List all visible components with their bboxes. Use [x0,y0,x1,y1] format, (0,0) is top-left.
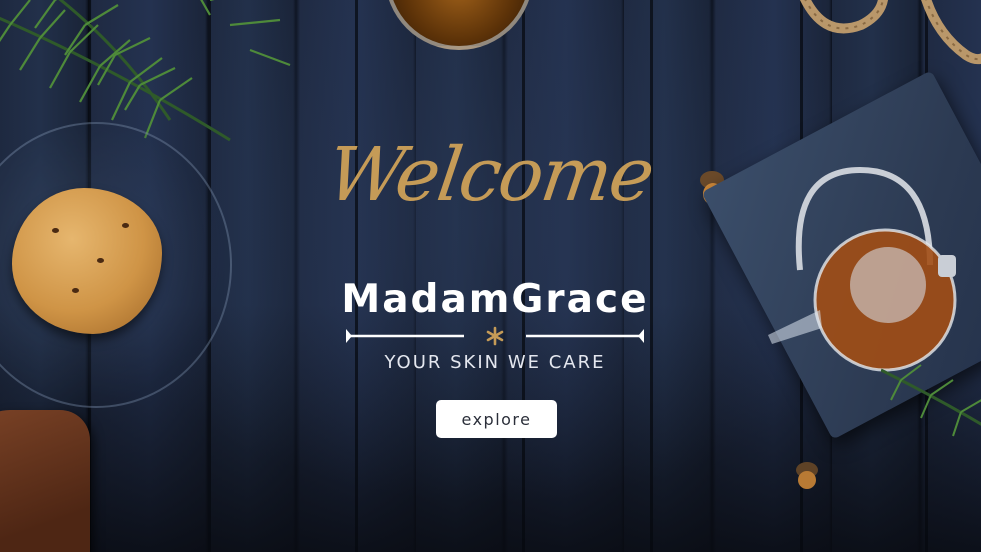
brand-title: MadamGrace [341,277,649,322]
pine-branch-image [0,0,291,142]
acorn-image-bottom [796,462,818,489]
asterisk-icon [486,326,504,346]
teapot-image [768,166,957,372]
brand-divider [346,326,644,346]
welcome-heading: Welcome [322,132,658,218]
tagline: YOUR SKIN WE CARE [384,352,606,373]
cookie-image [12,188,162,334]
pine-branch-right-image [881,364,981,437]
explore-button[interactable]: explore [436,400,557,438]
rope-image [800,0,981,64]
leather-pouch-image [0,410,90,552]
